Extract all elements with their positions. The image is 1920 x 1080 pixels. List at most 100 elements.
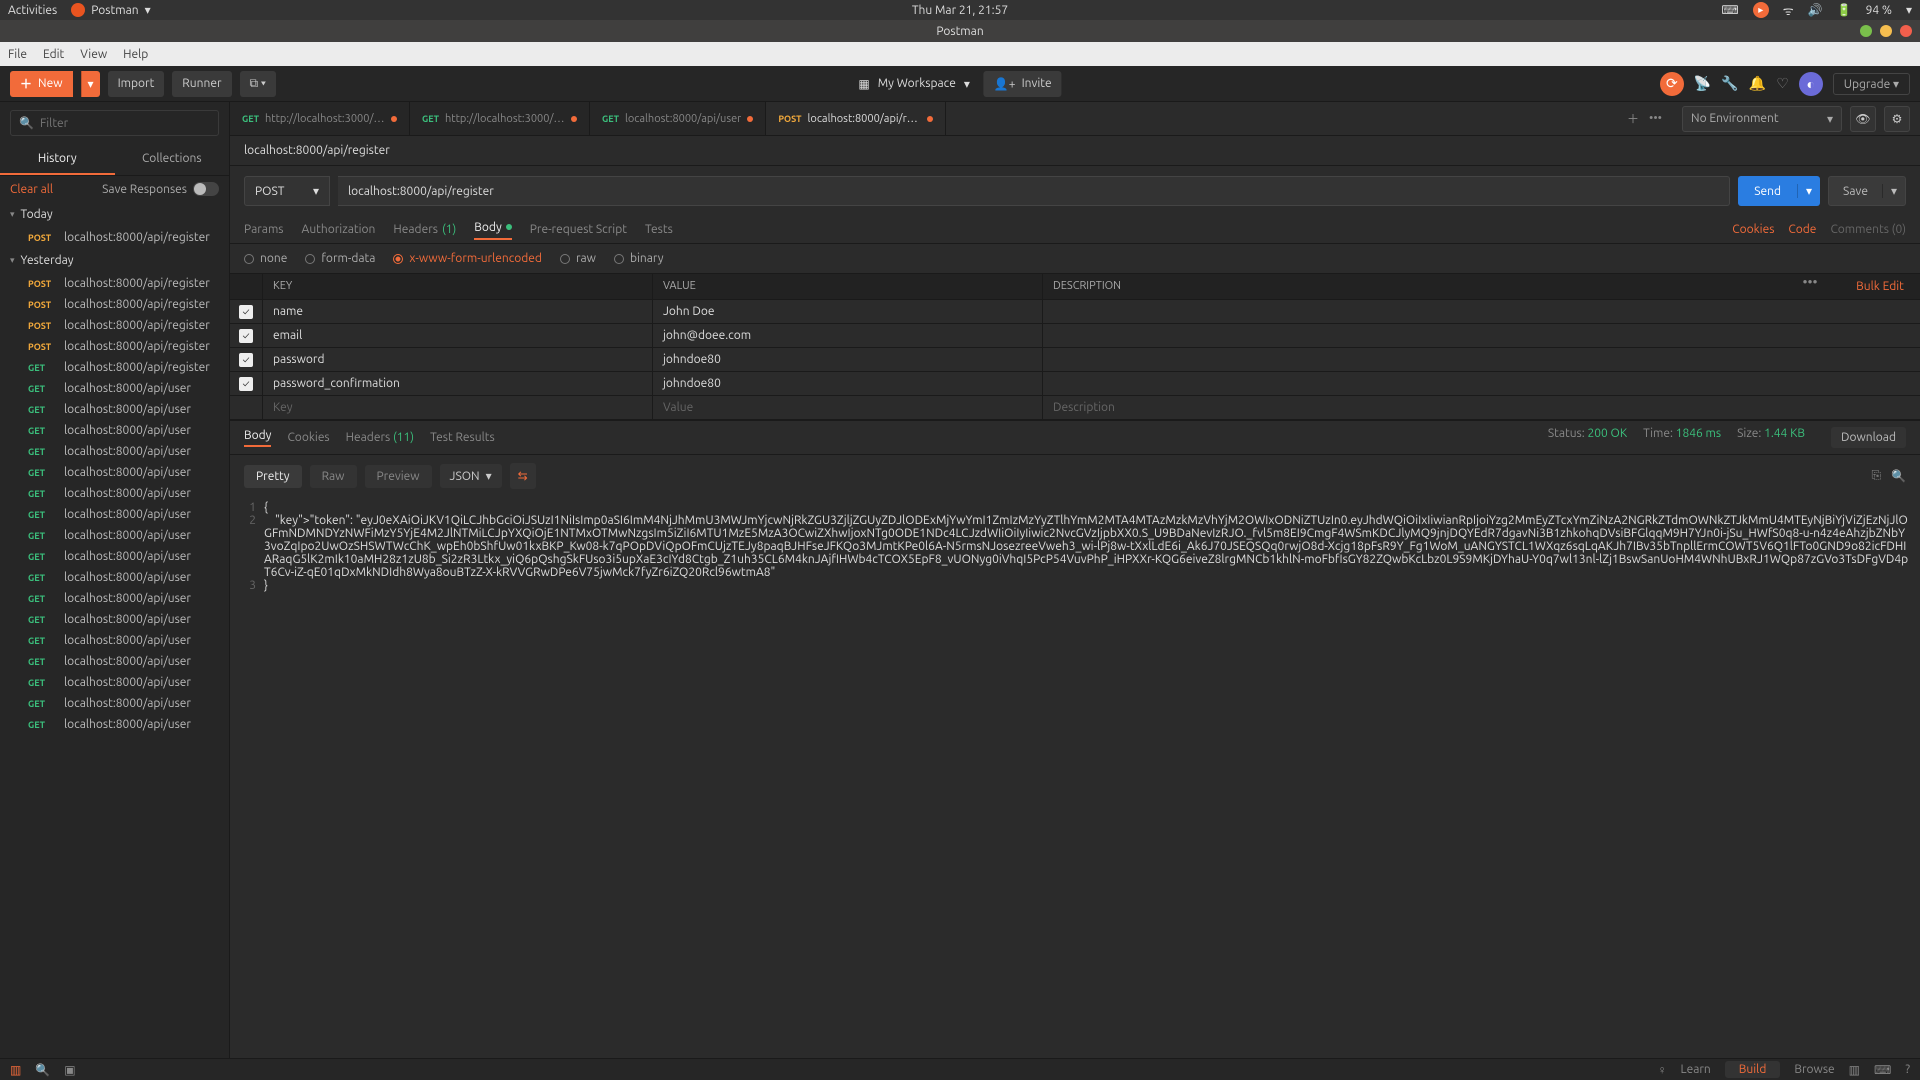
subtab-body[interactable]: Body	[474, 221, 511, 240]
fmt-pretty[interactable]: Pretty	[244, 465, 302, 488]
history-item[interactable]: GETlocalhost:8000/api/user	[0, 378, 229, 399]
new-tab-button[interactable]: ＋	[1627, 110, 1639, 127]
wrap-toggle[interactable]: ⇆	[510, 463, 536, 489]
kv-desc-cell[interactable]	[1042, 300, 1920, 323]
kv-menu-button[interactable]: •••	[1780, 274, 1840, 299]
history-item[interactable]: GETlocalhost:8000/api/user	[0, 672, 229, 693]
kv-desc-cell[interactable]	[1042, 372, 1920, 395]
kv-key-cell[interactable]: email	[262, 324, 652, 347]
volume-icon[interactable]: 🔊	[1808, 3, 1823, 17]
invite-button[interactable]: 👤+Invite	[984, 71, 1062, 97]
clear-all-button[interactable]: Clear all	[10, 183, 53, 196]
download-button[interactable]: Download	[1831, 427, 1906, 448]
code-link[interactable]: Code	[1788, 223, 1816, 236]
subtab-tests[interactable]: Tests	[645, 223, 673, 236]
sidebar-tab-history[interactable]: History	[0, 144, 115, 175]
request-name[interactable]: localhost:8000/api/register	[230, 136, 1920, 166]
wrench-icon[interactable]: 🔧	[1721, 75, 1738, 92]
method-selector[interactable]: POST ▾	[244, 176, 330, 206]
menu-edit[interactable]: Edit	[43, 48, 64, 61]
search-icon[interactable]: 🔍	[1891, 469, 1906, 483]
kv-desc-cell[interactable]	[1042, 348, 1920, 371]
history-item[interactable]: GETlocalhost:8000/api/user	[0, 525, 229, 546]
window-chooser-button[interactable]: ⧉ ▾	[240, 71, 276, 97]
response-tab-body[interactable]: Body	[244, 429, 271, 447]
build-link[interactable]: Build	[1725, 1061, 1781, 1078]
body-type-binary[interactable]: binary	[614, 252, 664, 265]
history-item[interactable]: GETlocalhost:8000/api/user	[0, 399, 229, 420]
history-item[interactable]: GETlocalhost:8000/api/user	[0, 630, 229, 651]
kv-row-empty[interactable]: Key Value Description	[230, 396, 1920, 420]
response-tab-cookies[interactable]: Cookies	[287, 431, 329, 444]
body-type-urlencoded[interactable]: x-www-form-urlencoded	[393, 252, 542, 265]
kv-value-cell[interactable]: John Doe	[652, 300, 1042, 323]
fmt-preview[interactable]: Preview	[365, 465, 432, 488]
wifi-icon[interactable]: ᯤ	[1783, 2, 1794, 19]
subtab-prerequest[interactable]: Pre-request Script	[530, 223, 627, 236]
learn-link[interactable]: Learn	[1680, 1063, 1710, 1076]
save-caret[interactable]: ▾	[1882, 184, 1905, 198]
history-item[interactable]: POSTlocalhost:8000/api/register	[0, 315, 229, 336]
history-item[interactable]: GETlocalhost:8000/api/user	[0, 483, 229, 504]
fmt-lang-selector[interactable]: JSON ▾	[440, 464, 502, 488]
workspace-selector[interactable]: ▦ My Workspace ▾	[858, 77, 969, 91]
history-item[interactable]: GETlocalhost:8000/api/user	[0, 567, 229, 588]
os-app-indicator[interactable]: Postman ▾	[71, 3, 150, 17]
history-item[interactable]: GETlocalhost:8000/api/user	[0, 462, 229, 483]
send-button[interactable]: Send ▾	[1738, 176, 1820, 206]
sidebar-filter[interactable]: 🔍	[10, 110, 219, 136]
help-icon[interactable]: ?	[1905, 1063, 1910, 1076]
subtab-headers[interactable]: Headers (1)	[393, 223, 456, 236]
history-item[interactable]: POSTlocalhost:8000/api/register	[0, 273, 229, 294]
history-item[interactable]: GETlocalhost:8000/api/user	[0, 714, 229, 735]
media-icon[interactable]: ▸	[1753, 2, 1769, 18]
kv-desc-cell[interactable]	[1042, 324, 1920, 347]
window-maximize-button[interactable]	[1880, 25, 1892, 37]
history-item[interactable]: GETlocalhost:8000/api/user	[0, 420, 229, 441]
console-icon[interactable]: ▣	[64, 1063, 75, 1077]
environment-selector[interactable]: No Environment ▾	[1682, 106, 1842, 132]
subtab-params[interactable]: Params	[244, 223, 284, 236]
bell-icon[interactable]: 🔔	[1749, 75, 1766, 92]
kv-value-cell[interactable]: john@doee.com	[652, 324, 1042, 347]
history-item[interactable]: GETlocalhost:8000/api/register	[0, 357, 229, 378]
window-minimize-button[interactable]	[1860, 25, 1872, 37]
body-type-formdata[interactable]: form-data	[305, 252, 375, 265]
two-pane-icon[interactable]: ▥	[1849, 1063, 1860, 1077]
import-button[interactable]: Import	[108, 71, 165, 97]
avatar[interactable]: ◐	[1799, 72, 1823, 96]
save-button[interactable]: Save ▾	[1828, 176, 1906, 206]
history-item[interactable]: POSTlocalhost:8000/api/register	[0, 227, 229, 248]
response-tab-headers[interactable]: Headers (11)	[346, 431, 414, 444]
history-item[interactable]: GETlocalhost:8000/api/user	[0, 609, 229, 630]
tab-menu-button[interactable]: •••	[1649, 112, 1662, 125]
row-checkbox[interactable]: ✓	[239, 305, 253, 319]
history-item[interactable]: GETlocalhost:8000/api/user	[0, 651, 229, 672]
response-tab-tests[interactable]: Test Results	[430, 431, 495, 444]
kv-key-cell[interactable]: password_confirmation	[262, 372, 652, 395]
history-item[interactable]: GETlocalhost:8000/api/user	[0, 588, 229, 609]
subtab-authorization[interactable]: Authorization	[302, 223, 376, 236]
bulk-edit-button[interactable]: Bulk Edit	[1840, 274, 1920, 299]
request-tab[interactable]: GEThttp://localhost:3000/api/locatio	[230, 102, 410, 135]
request-tab[interactable]: GEThttp://localhost:3000/api/locatio	[410, 102, 590, 135]
new-button[interactable]: ＋New	[10, 71, 73, 97]
kv-value-cell[interactable]: johndoe80	[652, 348, 1042, 371]
menu-view[interactable]: View	[80, 48, 107, 61]
row-checkbox[interactable]: ✓	[239, 353, 253, 367]
bootcamp-icon[interactable]: ♀	[1657, 1063, 1666, 1077]
body-type-none[interactable]: none	[244, 252, 287, 265]
find-icon[interactable]: 🔍	[35, 1063, 50, 1077]
window-close-button[interactable]	[1900, 25, 1912, 37]
copy-icon[interactable]: ⎘	[1871, 469, 1881, 483]
shortcuts-icon[interactable]: ⌨	[1874, 1063, 1891, 1077]
history-item[interactable]: GETlocalhost:8000/api/user	[0, 504, 229, 525]
keyboard-icon[interactable]: ⌨	[1721, 3, 1738, 17]
sync-icon[interactable]: ⟳	[1660, 72, 1684, 96]
body-type-raw[interactable]: raw	[560, 252, 596, 265]
fmt-raw[interactable]: Raw	[310, 465, 357, 488]
new-button-caret[interactable]: ▾	[81, 71, 100, 97]
kv-key-cell[interactable]: name	[262, 300, 652, 323]
menu-file[interactable]: File	[8, 48, 27, 61]
kv-key-cell[interactable]: password	[262, 348, 652, 371]
